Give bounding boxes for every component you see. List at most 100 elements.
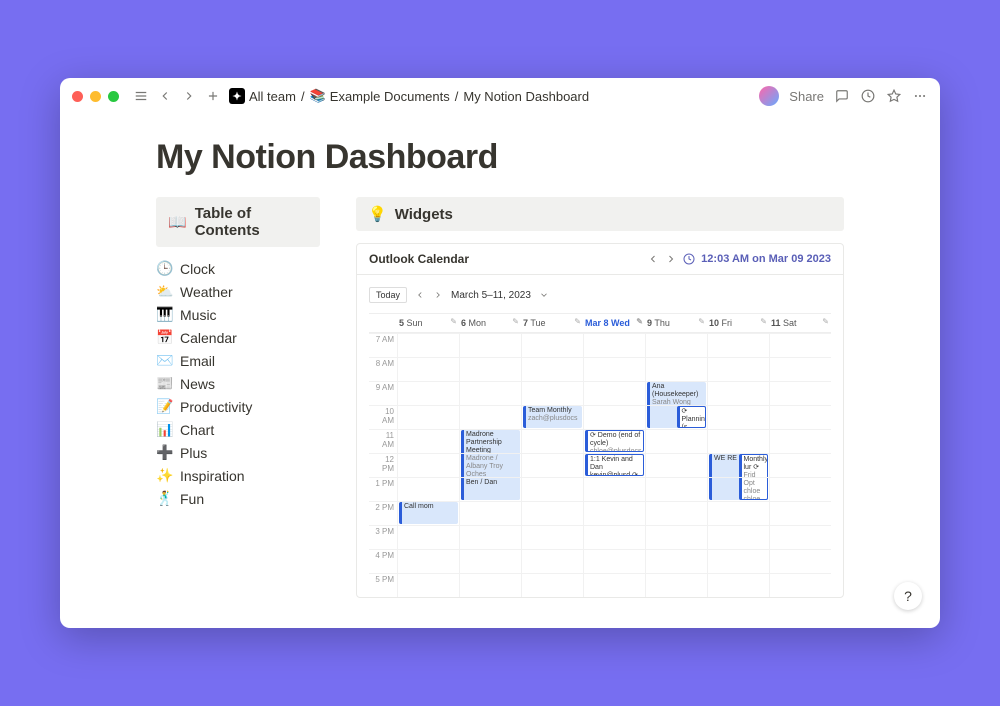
calendar-cell[interactable] — [769, 333, 831, 357]
toc-heading[interactable]: 📖 Table of Contents — [156, 197, 320, 247]
updates-icon[interactable] — [860, 88, 876, 104]
calendar-cell[interactable] — [645, 357, 707, 381]
calendar-cell[interactable] — [645, 477, 707, 501]
calendar-cell[interactable] — [769, 525, 831, 549]
calendar-cell[interactable] — [769, 501, 831, 525]
calendar-cell[interactable]: ⟳ Demo (end of cycle)chloe@plusdocs.com — [583, 429, 645, 453]
calendar-cell[interactable] — [583, 501, 645, 525]
calendar-range[interactable]: March 5–11, 2023 — [451, 290, 531, 301]
calendar-cell[interactable] — [521, 453, 583, 477]
breadcrumb-folder[interactable]: 📚 Example Documents — [310, 88, 450, 104]
calendar-cell[interactable]: 1:1 Kevin and Dan kevin@plusd ⟳ — [583, 453, 645, 477]
back-icon[interactable] — [157, 88, 173, 104]
day-header[interactable]: Mar 8 Wed✎ — [583, 314, 645, 333]
calendar-cell[interactable] — [459, 501, 521, 525]
calendar-cell[interactable] — [521, 477, 583, 501]
toc-item[interactable]: 🎹Music — [156, 303, 320, 326]
calendar-cell[interactable] — [459, 453, 521, 477]
calendar-cell[interactable] — [397, 429, 459, 453]
toc-item[interactable]: ➕Plus — [156, 441, 320, 464]
calendar-cell[interactable] — [769, 381, 831, 405]
calendar-cell[interactable] — [769, 477, 831, 501]
minimize-window-button[interactable] — [90, 91, 101, 102]
calendar-cell[interactable] — [583, 525, 645, 549]
calendar-cell[interactable] — [583, 381, 645, 405]
calendar-cell[interactable] — [707, 429, 769, 453]
forward-icon[interactable] — [181, 88, 197, 104]
calendar-cell[interactable] — [521, 357, 583, 381]
calendar-cell[interactable] — [707, 405, 769, 429]
day-header[interactable]: 9 Thu✎ — [645, 314, 707, 333]
day-header[interactable]: 6 Mon✎ — [459, 314, 521, 333]
toc-item[interactable]: 🕺Fun — [156, 487, 320, 510]
calendar-cell[interactable]: Ana (Housekeeper)Sarah Wong — [645, 381, 707, 405]
page-title[interactable]: My Notion Dashboard — [156, 138, 844, 177]
toc-item[interactable]: ✨Inspiration — [156, 464, 320, 487]
toc-item[interactable]: ⛅Weather — [156, 280, 320, 303]
calendar-cell[interactable] — [645, 453, 707, 477]
calendar-cell[interactable] — [645, 333, 707, 357]
calendar-cell[interactable] — [459, 381, 521, 405]
breadcrumb-workspace[interactable]: ✦ All team — [229, 88, 296, 104]
calendar-cell[interactable] — [521, 429, 583, 453]
calendar-cell[interactable] — [583, 549, 645, 573]
more-icon[interactable] — [912, 88, 928, 104]
calendar-cell[interactable] — [459, 573, 521, 597]
calendar-cell[interactable] — [707, 477, 769, 501]
favorite-icon[interactable] — [886, 88, 902, 104]
calendar-cell[interactable] — [645, 501, 707, 525]
avatar[interactable] — [759, 86, 779, 106]
calendar-event[interactable]: ⟳ Planning (schloe@plusdoc — [677, 406, 707, 428]
calendar-cell[interactable]: WE RE StorMonthly lur ⟳Frid Opt chloe ch… — [707, 453, 769, 477]
calendar-cell[interactable] — [707, 573, 769, 597]
calendar-cell[interactable] — [583, 405, 645, 429]
calendar-cell[interactable] — [769, 357, 831, 381]
day-header[interactable]: 10 Fri✎ — [707, 314, 769, 333]
calendar-cell[interactable] — [707, 549, 769, 573]
zoom-window-button[interactable] — [108, 91, 119, 102]
day-header[interactable]: 11 Sat✎ — [769, 314, 831, 333]
calendar-cell[interactable]: Team Monthlyzach@plusdocs — [521, 405, 583, 429]
calendar-cell[interactable] — [521, 549, 583, 573]
calendar-event[interactable]: Call mom — [399, 502, 458, 524]
cal-next-icon[interactable] — [433, 290, 443, 300]
cal-prev-icon[interactable] — [415, 290, 425, 300]
toc-item[interactable]: ✉️Email — [156, 349, 320, 372]
calendar-cell[interactable] — [769, 405, 831, 429]
toc-item[interactable]: 🕒Clock — [156, 257, 320, 280]
toc-item[interactable]: 📝Productivity — [156, 395, 320, 418]
calendar-cell[interactable] — [583, 357, 645, 381]
calendar-cell[interactable] — [397, 357, 459, 381]
calendar-cell[interactable] — [707, 357, 769, 381]
help-button[interactable]: ? — [894, 582, 922, 610]
calendar-cell[interactable] — [397, 573, 459, 597]
calendar-event[interactable]: Ben / Dan — [461, 478, 520, 500]
calendar-cell[interactable] — [397, 549, 459, 573]
calendar-cell[interactable] — [707, 333, 769, 357]
calendar-cell[interactable] — [459, 357, 521, 381]
calendar-cell[interactable] — [397, 525, 459, 549]
calendar-cell[interactable] — [769, 573, 831, 597]
calendar-cell[interactable] — [769, 429, 831, 453]
next-icon[interactable] — [665, 253, 677, 265]
calendar-cell[interactable] — [707, 501, 769, 525]
calendar-cell[interactable]: Ben / Dan — [459, 477, 521, 501]
calendar-cell[interactable] — [397, 405, 459, 429]
calendar-cell[interactable] — [521, 573, 583, 597]
day-header[interactable]: 5 Sun✎ — [397, 314, 459, 333]
calendar-cell[interactable] — [397, 381, 459, 405]
calendar-cell[interactable] — [459, 525, 521, 549]
calendar-cell[interactable] — [707, 381, 769, 405]
calendar-event[interactable]: Team Monthlyzach@plusdocs — [523, 406, 582, 428]
calendar-cell[interactable] — [583, 333, 645, 357]
calendar-event[interactable]: 1:1 Kevin and Dan kevin@plusd ⟳ — [585, 454, 644, 476]
today-button[interactable]: Today — [369, 287, 407, 303]
calendar-cell[interactable] — [645, 429, 707, 453]
calendar-cell[interactable] — [459, 333, 521, 357]
prev-icon[interactable] — [647, 253, 659, 265]
toc-item[interactable]: 📊Chart — [156, 418, 320, 441]
breadcrumb-page[interactable]: My Notion Dashboard — [463, 89, 589, 104]
calendar-cell[interactable] — [645, 549, 707, 573]
toc-item[interactable]: 📅Calendar — [156, 326, 320, 349]
calendar-cell[interactable]: Call mom — [397, 501, 459, 525]
